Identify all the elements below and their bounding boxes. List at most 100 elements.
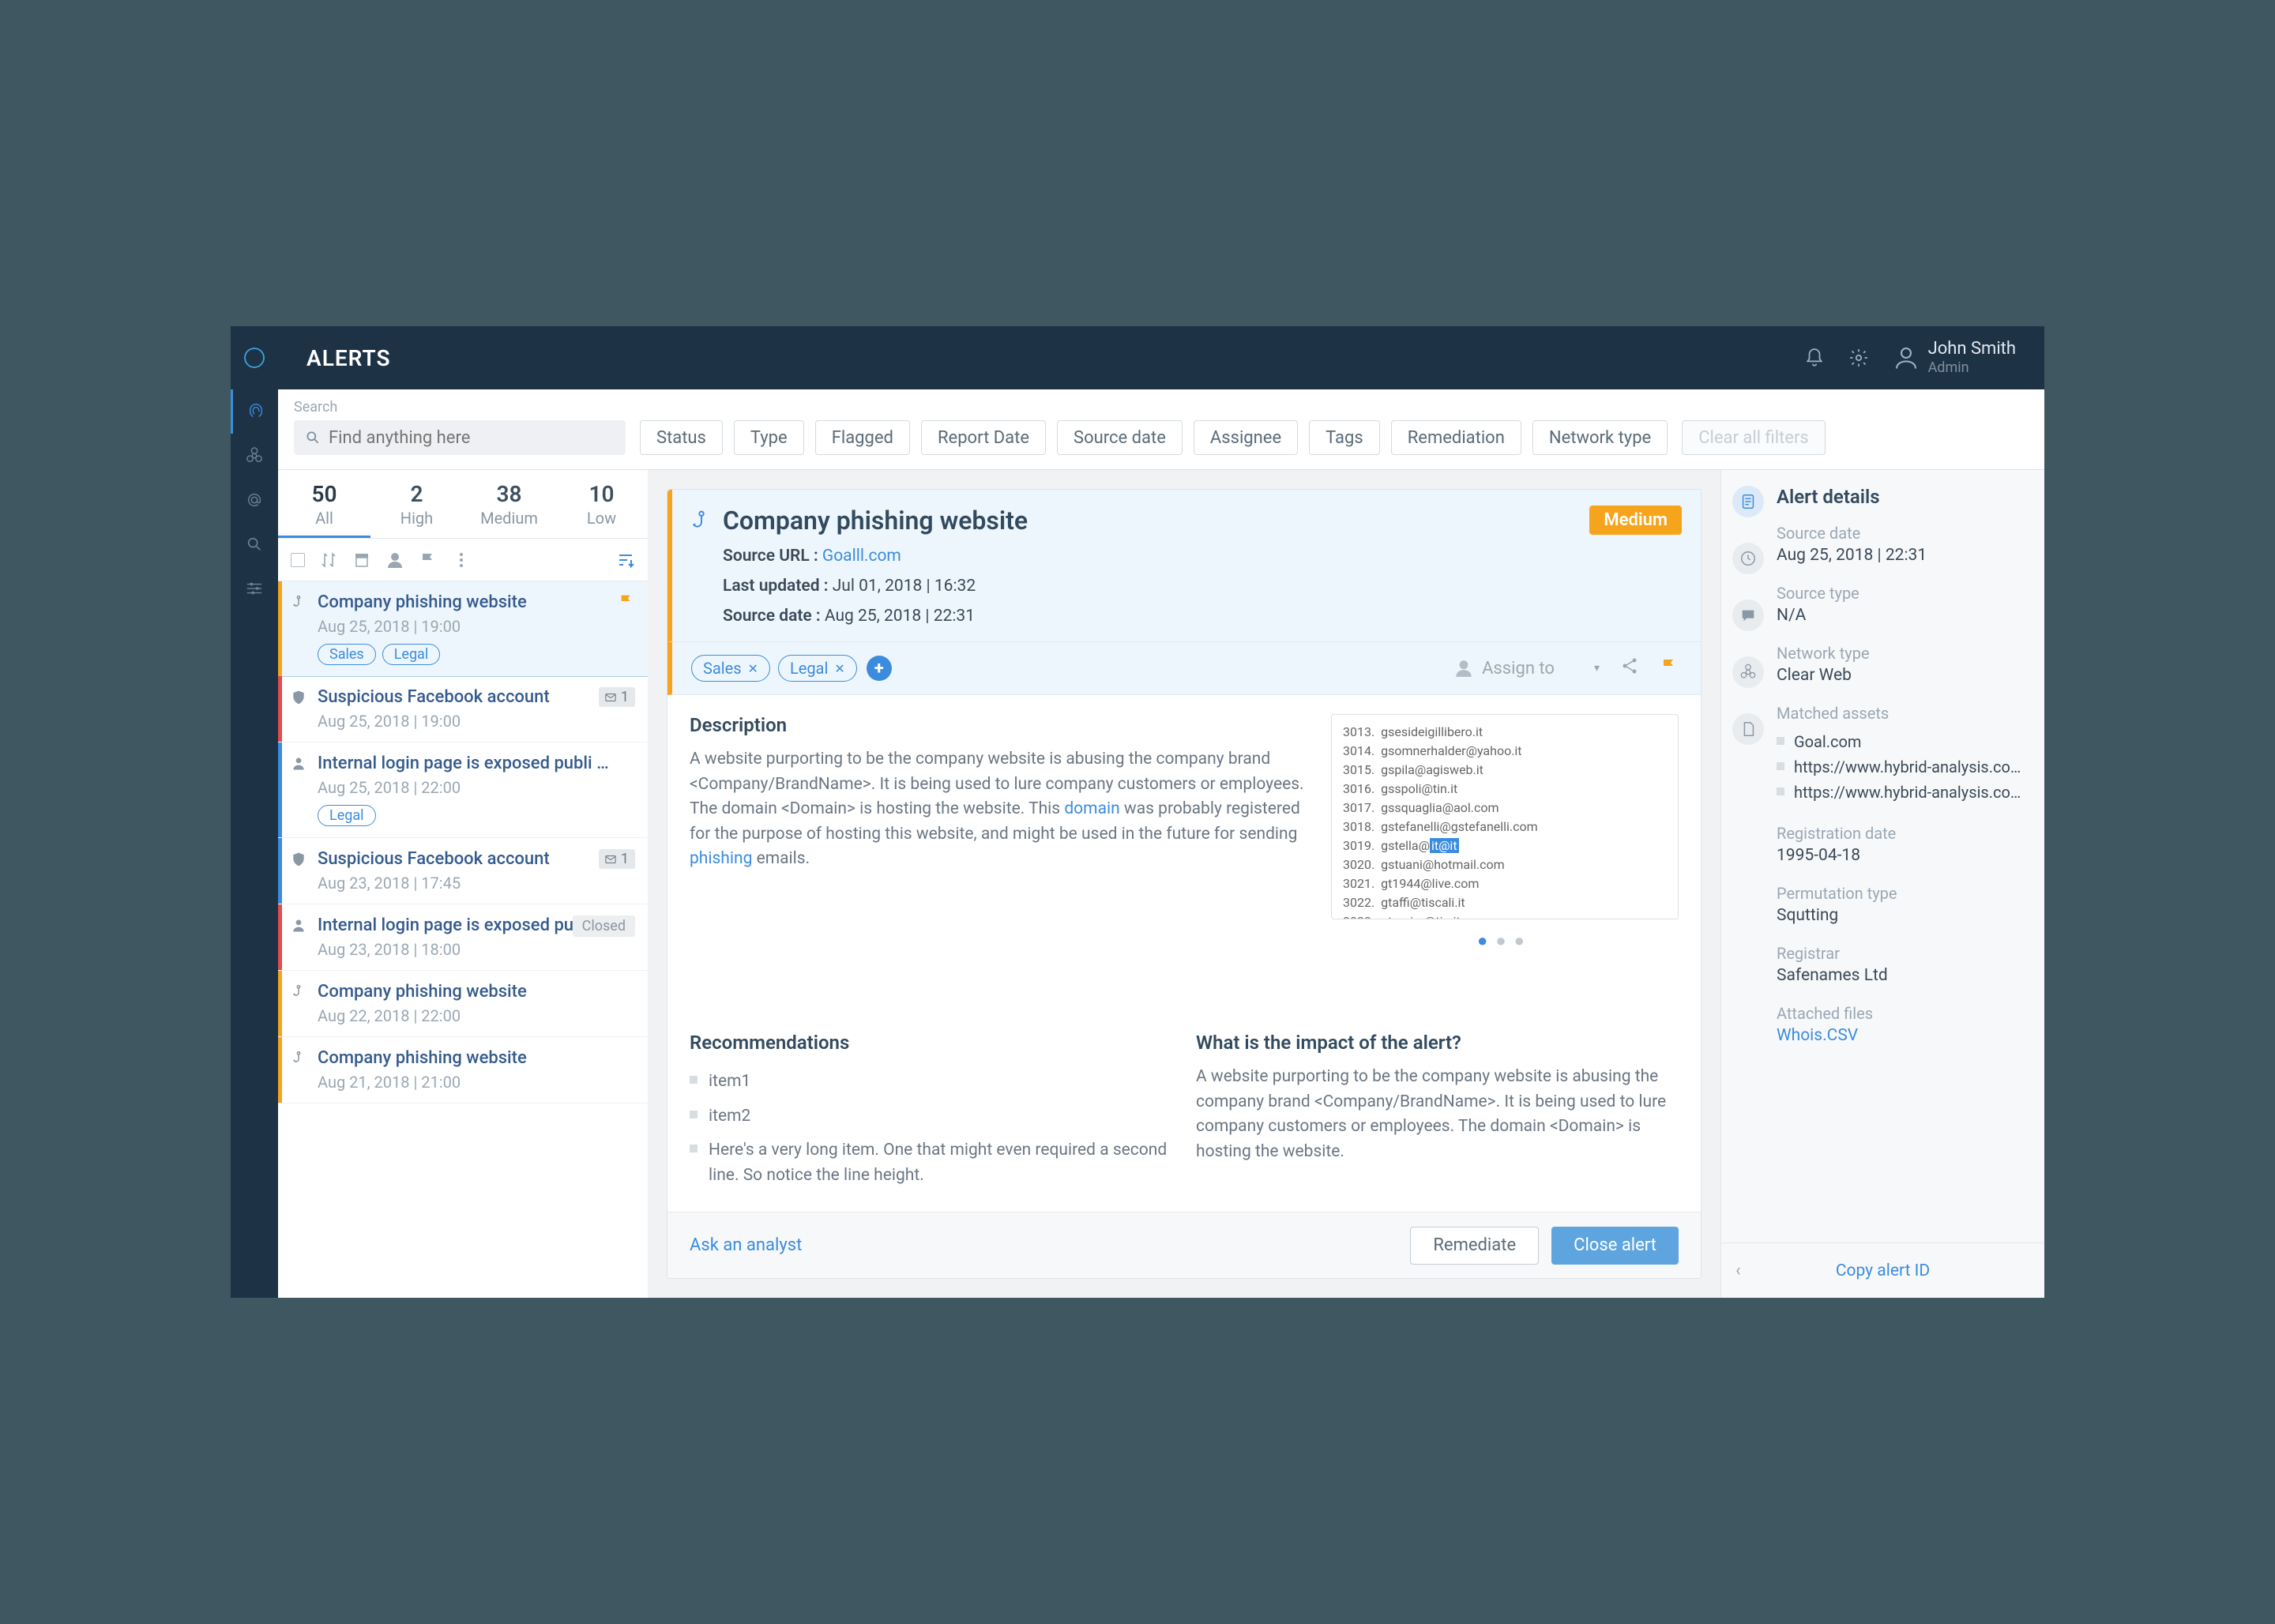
alert-date: Aug 23, 2018 | 18:00	[318, 940, 635, 959]
side-reg-date: 1995-04-18	[1777, 846, 2024, 865]
nav-settings-icon[interactable]	[231, 566, 278, 611]
detail-tag-pill[interactable]: Sales ✕	[691, 655, 770, 682]
alert-title: Company phishing website	[318, 982, 527, 1002]
severity-tab[interactable]: 38Medium	[463, 470, 555, 538]
nav-biohazard-icon[interactable]	[231, 434, 278, 478]
severity-tabs: 50All2High38Medium10Low	[278, 470, 648, 539]
list-toolbar	[278, 539, 648, 581]
side-tab-comments-icon[interactable]	[1732, 600, 1764, 631]
flag-icon	[618, 592, 635, 615]
more-icon[interactable]	[452, 551, 471, 570]
detail-title: Company phishing website	[723, 506, 1028, 536]
detail-tag-pill[interactable]: Legal ✕	[778, 655, 857, 682]
remove-tag-icon[interactable]: ✕	[748, 661, 758, 676]
assign-dropdown[interactable]: Assign to ▾	[1453, 658, 1600, 679]
assign-icon[interactable]	[385, 551, 404, 570]
search-input[interactable]	[294, 420, 626, 455]
side-tab-files-icon[interactable]	[1732, 713, 1764, 745]
filter-chip[interactable]: Remediation	[1391, 420, 1521, 455]
filter-chip[interactable]: Source date	[1057, 420, 1183, 455]
alert-list-item[interactable]: Suspicious Facebook accountAug 23, 2018 …	[278, 838, 648, 904]
person-icon	[291, 756, 306, 772]
side-source-date: Aug 25, 2018 | 22:31	[1777, 546, 2024, 565]
alert-list-pane: 50All2High38Medium10Low Company phishing…	[278, 470, 648, 1298]
alert-date: Aug 21, 2018 | 21:00	[318, 1073, 635, 1092]
search-field[interactable]	[329, 428, 615, 448]
pagination-dots[interactable]: ●●●	[1331, 930, 1679, 951]
remediate-button[interactable]: Remediate	[1410, 1227, 1539, 1265]
app-frame: ALERTS John Smith Admin Search Sta	[231, 326, 2044, 1298]
sort-order-icon[interactable]	[616, 551, 635, 570]
detail-source-date: Aug 25, 2018 | 22:31	[825, 607, 975, 626]
attached-file-link[interactable]: Whois.CSV	[1777, 1026, 2024, 1045]
share-icon[interactable]	[1620, 656, 1639, 680]
select-all-checkbox[interactable]	[291, 553, 305, 567]
nav-at-icon[interactable]	[231, 478, 278, 522]
alert-list-item[interactable]: Internal login page is exposed publi …Au…	[278, 742, 648, 838]
side-perm-type: Squtting	[1777, 906, 2024, 925]
filter-chip[interactable]: Assignee	[1194, 420, 1298, 455]
severity-tab[interactable]: 2High	[370, 470, 463, 538]
notifications-icon[interactable]	[1797, 340, 1832, 375]
close-alert-button[interactable]: Close alert	[1551, 1227, 1679, 1265]
flag-icon[interactable]	[419, 551, 438, 570]
alert-date: Aug 25, 2018 | 19:00	[318, 617, 635, 636]
avatar-icon	[1892, 344, 1920, 372]
source-url-link[interactable]: Goalll.com	[822, 547, 901, 566]
tag-pill: Legal	[382, 644, 441, 665]
recommendations-list: item1item2Here's a very long item. One t…	[690, 1065, 1172, 1193]
filter-chip[interactable]: Status	[640, 420, 723, 455]
brand-logo	[231, 326, 278, 389]
filter-chip[interactable]: Type	[734, 420, 804, 455]
filter-chip[interactable]: Report Date	[921, 420, 1046, 455]
alert-title: Company phishing website	[318, 592, 527, 612]
remove-tag-icon[interactable]: ✕	[834, 661, 844, 676]
user-menu[interactable]: John Smith Admin	[1892, 339, 2016, 377]
alert-date: Aug 25, 2018 | 19:00	[318, 712, 635, 731]
severity-tab[interactable]: 50All	[278, 470, 370, 538]
copy-alert-id-link[interactable]: Copy alert ID	[1836, 1261, 1930, 1280]
filter-chip[interactable]: Network type	[1532, 420, 1668, 455]
domain-link[interactable]: domain	[1064, 799, 1119, 818]
alert-date: Aug 23, 2018 | 17:45	[318, 874, 635, 893]
alert-list-item[interactable]: Suspicious Facebook account Aug 25, 2018 …	[278, 676, 648, 742]
side-source-type: N/A	[1777, 606, 2024, 625]
ask-analyst-link[interactable]: Ask an analyst	[690, 1235, 802, 1255]
gear-icon[interactable]	[1841, 340, 1876, 375]
closed-badge: Closed	[573, 915, 635, 937]
archive-icon[interactable]	[352, 551, 371, 570]
search-label: Search	[294, 399, 626, 415]
impact-text: A website purporting to be the company w…	[1196, 1065, 1679, 1164]
nav-search-icon[interactable]	[231, 522, 278, 566]
topbar: ALERTS John Smith Admin	[278, 326, 2044, 389]
mail-count-badge: 1	[599, 687, 635, 707]
matched-asset: https://www.hybrid-analysis.co..abcdef4f	[1777, 754, 2024, 780]
last-updated: Jul 01, 2018 | 16:32	[833, 577, 976, 596]
filter-chip[interactable]: Tags	[1309, 420, 1380, 455]
alert-list-item[interactable]: Internal login page is exposed publiclyA…	[278, 904, 648, 971]
left-nav	[231, 326, 278, 1298]
alert-list-item[interactable]: Company phishing website Aug 25, 2018 | 1…	[278, 581, 648, 677]
phishing-link[interactable]: phishing	[690, 849, 752, 868]
description-heading: Description	[690, 714, 1307, 736]
filter-chip[interactable]: Flagged	[815, 420, 910, 455]
severity-tab[interactable]: 10Low	[555, 470, 648, 538]
filter-bar: Search Status Type Flagged Report Date Sourc…	[278, 389, 2044, 470]
alert-title: Suspicious Facebook account	[318, 687, 550, 707]
matched-assets-list: Goal.comhttps://www.hybrid-analysis.co..…	[1777, 729, 2024, 805]
flag-alert-icon[interactable]	[1660, 656, 1679, 680]
add-tag-button[interactable]: +	[867, 656, 892, 681]
sort-icon[interactable]	[319, 551, 338, 570]
side-tab-details-icon[interactable]	[1732, 486, 1764, 517]
side-tab-history-icon[interactable]	[1732, 543, 1764, 574]
user-name: John Smith	[1928, 339, 2016, 359]
collapse-side-icon[interactable]: ‹	[1735, 1261, 1741, 1280]
side-tab-threat-icon[interactable]	[1732, 656, 1764, 688]
alert-title: Company phishing website	[318, 1048, 527, 1068]
alert-title: Internal login page is exposed publi …	[318, 754, 609, 773]
hook-icon	[291, 984, 306, 1000]
nav-fingerprint-icon[interactable]	[231, 389, 278, 434]
alert-list-item[interactable]: Company phishing website Aug 21, 2018 | 2…	[278, 1037, 648, 1103]
clear-filters-button[interactable]: Clear all filters	[1682, 420, 1826, 455]
alert-list-item[interactable]: Company phishing websiteAug 22, 2018 | 2…	[278, 971, 648, 1037]
